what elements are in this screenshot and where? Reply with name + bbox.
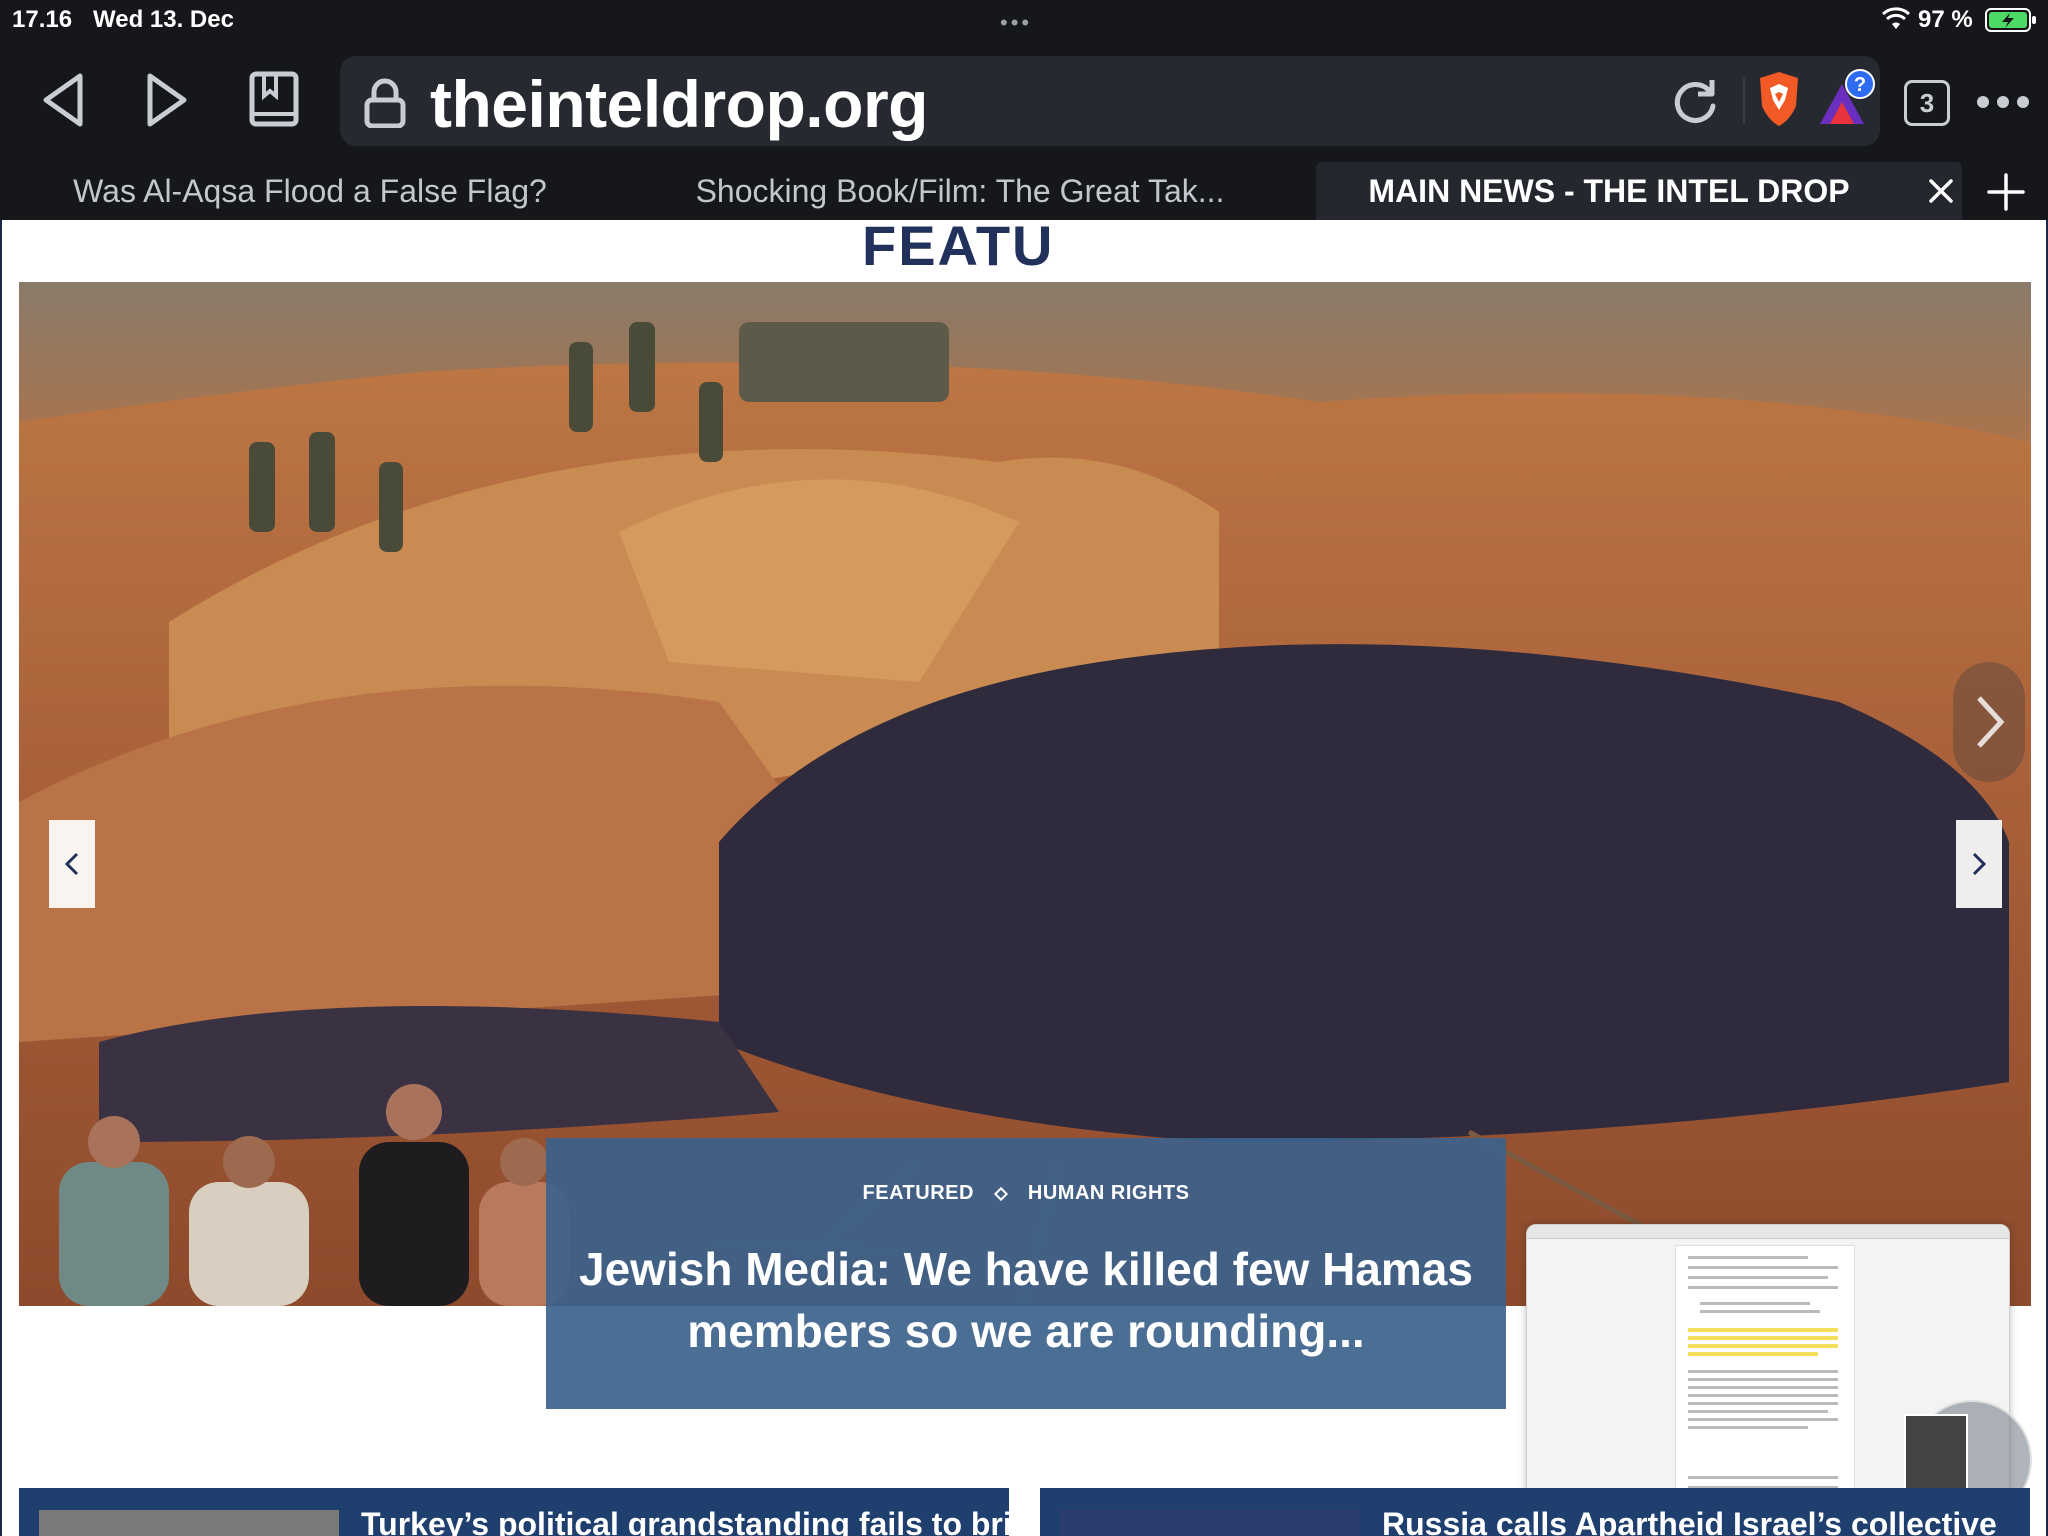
more-menu-icon[interactable] bbox=[1975, 84, 2031, 120]
battery-charging-icon bbox=[1985, 8, 2036, 32]
tab-1[interactable]: Was Al-Aqsa Flood a False Flag? bbox=[0, 162, 620, 220]
close-tab-icon[interactable] bbox=[1924, 174, 1958, 208]
hero-caption[interactable]: FEATURED HUMAN RIGHTS Jewish Media: We h… bbox=[546, 1138, 1506, 1409]
category-featured[interactable]: FEATURED bbox=[863, 1182, 974, 1205]
category-human-rights[interactable]: HUMAN RIGHTS bbox=[1028, 1182, 1190, 1205]
next-slide-ghost-icon[interactable] bbox=[1953, 662, 2025, 782]
status-time: 17.16 bbox=[12, 6, 73, 33]
news-item-1-thumbnail bbox=[39, 1510, 339, 1536]
slider-next-button[interactable] bbox=[1956, 820, 2002, 908]
chevron-left-icon bbox=[64, 852, 79, 876]
status-bar: 17.16 Wed 13. Dec ••• 97 % bbox=[0, 0, 2048, 40]
tab-count-button[interactable]: 3 bbox=[1904, 80, 1950, 126]
news-item-1-headline[interactable]: Turkey’s political grandstanding fails t… bbox=[361, 1506, 1009, 1536]
battery-percent: 97 % bbox=[1918, 6, 1973, 33]
chevron-right-icon bbox=[1972, 852, 1987, 876]
lock-icon bbox=[364, 78, 406, 128]
news-item-2-headline[interactable]: Russia calls Apartheid Israel’s collecti… bbox=[1382, 1506, 1997, 1536]
news-item-1[interactable]: Turkey’s political grandstanding fails t… bbox=[19, 1488, 1009, 1536]
multitasking-dots-icon[interactable]: ••• bbox=[1000, 10, 1032, 36]
brave-shields-icon[interactable] bbox=[1754, 70, 1804, 128]
tab-1-label: Was Al-Aqsa Flood a False Flag? bbox=[73, 172, 547, 209]
video-thumbnail bbox=[1904, 1414, 1968, 1496]
back-icon[interactable] bbox=[38, 70, 86, 130]
brave-rewards-icon[interactable]: ? bbox=[1816, 66, 1878, 128]
hero-categories: FEATURED HUMAN RIGHTS bbox=[546, 1182, 1506, 1205]
tab-3-active[interactable]: MAIN NEWS - THE INTEL DROP bbox=[1316, 162, 1962, 220]
web-page: FEATU FEATURED HUMAN RIGHTS Jewish Media… bbox=[0, 220, 2048, 1536]
tab-2[interactable]: Shocking Book/Film: The Great Tak... bbox=[620, 162, 1300, 220]
tab-3-label: MAIN NEWS - THE INTEL DROP bbox=[1368, 172, 1850, 209]
address-bar[interactable]: theinteldrop.org ? bbox=[340, 56, 1880, 146]
hero-title[interactable]: Jewish Media: We have killed few Hamas m… bbox=[576, 1238, 1476, 1362]
pip-toolbar bbox=[1527, 1225, 2009, 1239]
new-tab-icon[interactable] bbox=[1986, 172, 2026, 212]
news-item-2-thumbnail bbox=[1060, 1510, 1360, 1536]
reload-icon[interactable] bbox=[1670, 76, 1720, 126]
tab-2-label: Shocking Book/Film: The Great Tak... bbox=[695, 172, 1225, 209]
status-date: Wed 13. Dec bbox=[93, 6, 234, 33]
slider-prev-button[interactable] bbox=[49, 820, 95, 908]
news-item-2[interactable]: Russia calls Apartheid Israel’s collecti… bbox=[1040, 1488, 2030, 1536]
diamond-separator-icon bbox=[993, 1186, 1008, 1201]
forward-icon[interactable] bbox=[144, 70, 192, 130]
toolbar-separator bbox=[1743, 78, 1745, 124]
section-heading: FEATU bbox=[862, 220, 1055, 277]
svg-text:?: ? bbox=[1854, 74, 1866, 96]
bookmarks-icon[interactable] bbox=[246, 70, 302, 130]
url-text[interactable]: theinteldrop.org bbox=[430, 66, 928, 142]
pip-document-preview bbox=[1675, 1245, 1855, 1497]
wifi-icon bbox=[1882, 7, 1910, 29]
tab-strip: Was Al-Aqsa Flood a False Flag? Shocking… bbox=[0, 162, 2048, 220]
browser-toolbar: theinteldrop.org ? 3 bbox=[0, 40, 2048, 162]
